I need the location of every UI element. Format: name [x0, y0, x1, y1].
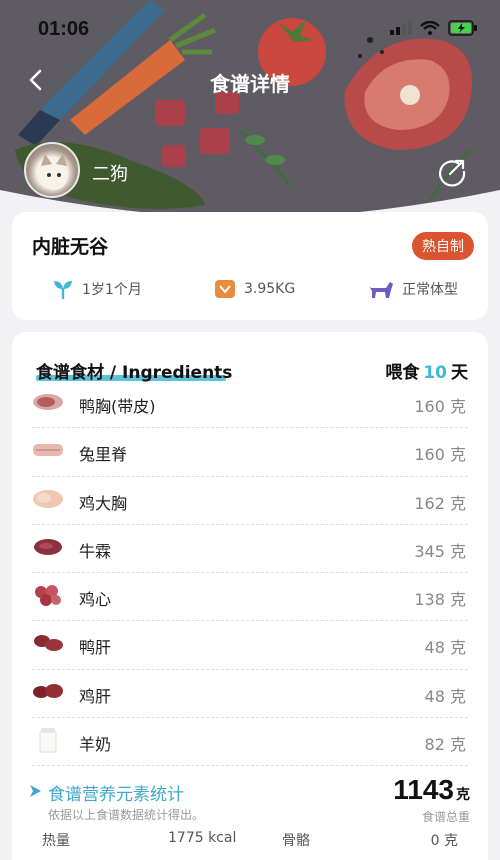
- page-title: 食谱详情: [210, 72, 290, 96]
- ingredients-card: 食谱食材 / Ingredients 喂食 10 天 鸭胸(带皮) 160 克 兔里…: [12, 332, 488, 860]
- ingredient-name: 羊奶: [79, 735, 112, 755]
- dog-icon: [369, 282, 393, 298]
- avatar[interactable]: [24, 142, 80, 198]
- duck-liver-icon: [34, 635, 63, 652]
- status-bar: 01:06: [0, 0, 500, 58]
- chicken-heart-icon: [35, 585, 61, 607]
- recipe-info-card: 内脏无谷 熟自制 1岁1个月 3.95KG 正常体型: [12, 212, 488, 320]
- ingredient-name: 鸡大胸: [79, 493, 128, 513]
- chicken-breast-icon: [33, 489, 63, 508]
- nutrition-value: 1775 kcal: [168, 830, 237, 846]
- ingredient-row[interactable]: 鸡肝 48 克: [32, 670, 468, 719]
- goat-milk-icon: [39, 728, 57, 753]
- signal-icon: [390, 21, 412, 35]
- ingredient-row[interactable]: 兔里脊 160 克: [32, 428, 468, 477]
- owner-name: 二狗: [92, 164, 128, 185]
- ingredient-row[interactable]: 鸡大胸 162 克: [32, 477, 468, 525]
- wifi-icon: [420, 21, 440, 35]
- chicken-liver-icon: [33, 683, 63, 698]
- ingredient-name: 牛霖: [79, 541, 112, 561]
- ingredient-qty: 162 克: [414, 493, 466, 513]
- ingredient-row[interactable]: 羊奶 82 克: [32, 718, 468, 767]
- ingredient-row[interactable]: 牛霖 345 克: [32, 525, 468, 574]
- ingredient-list: 鸭胸(带皮) 160 克 兔里脊 160 克 鸡大胸 162 克 牛霖 345 …: [32, 380, 468, 767]
- nutrition-title: 食谱营养元素统计: [48, 785, 184, 805]
- age-stat: 1岁1个月: [52, 278, 142, 300]
- duck-breast-icon: [33, 394, 63, 410]
- weight-value: 3.95KG: [244, 281, 296, 297]
- ingredient-qty: 345 克: [414, 541, 466, 561]
- nutrition-label: 热量: [42, 833, 70, 849]
- arrow-right-icon: [30, 785, 41, 797]
- nutrition-value: 0 克: [430, 833, 458, 849]
- recipe-type-badge: 熟自制: [412, 232, 474, 260]
- recipe-name: 内脏无谷: [32, 236, 109, 258]
- ingredient-qty: 48 克: [424, 686, 466, 706]
- status-time: 01:06: [38, 18, 90, 40]
- ingredient-row[interactable]: 鸭肝 48 克: [32, 621, 468, 670]
- total-weight-label: 食谱总重: [421, 810, 470, 824]
- ingredient-name: 鸡心: [79, 590, 112, 610]
- battery-icon: [448, 20, 477, 36]
- ingredient-qty: 160 克: [414, 445, 466, 465]
- status-icons: [390, 20, 478, 36]
- ingredient-row[interactable]: 鸭胸(带皮) 160 克: [32, 380, 468, 429]
- ingredient-qty: 82 克: [424, 735, 466, 755]
- body-type-stat: 正常体型: [368, 278, 458, 300]
- ingredient-row[interactable]: 鸡心 138 克: [32, 573, 468, 622]
- nutrition-subtitle: 依据以上食谱数据统计得出。: [48, 808, 205, 822]
- beef-icon: [34, 538, 62, 555]
- nutrition-label: 骨骼: [282, 833, 310, 849]
- ingredient-qty: 160 克: [414, 397, 466, 416]
- ingredient-qty: 138 克: [414, 590, 466, 610]
- total-weight-value: 1143: [393, 774, 454, 805]
- ingredient-name: 鸭肝: [79, 638, 112, 658]
- age-value: 1岁1个月: [82, 282, 142, 298]
- scale-icon: [215, 280, 235, 298]
- ingredient-name: 鸡肝: [79, 686, 112, 706]
- ingredient-qty: 48 克: [424, 638, 466, 658]
- share-icon[interactable]: [436, 156, 468, 188]
- sprout-icon: [54, 281, 72, 299]
- total-weight: 1143 克: [393, 774, 470, 806]
- total-weight-unit: 克: [456, 786, 470, 802]
- body-type-value: 正常体型: [402, 282, 458, 298]
- ingredient-name: 鸭胸(带皮): [79, 397, 156, 416]
- rabbit-tenderloin-icon: [33, 444, 63, 457]
- ingredient-name: 兔里脊: [79, 445, 128, 465]
- weight-stat: 3.95KG: [214, 278, 295, 300]
